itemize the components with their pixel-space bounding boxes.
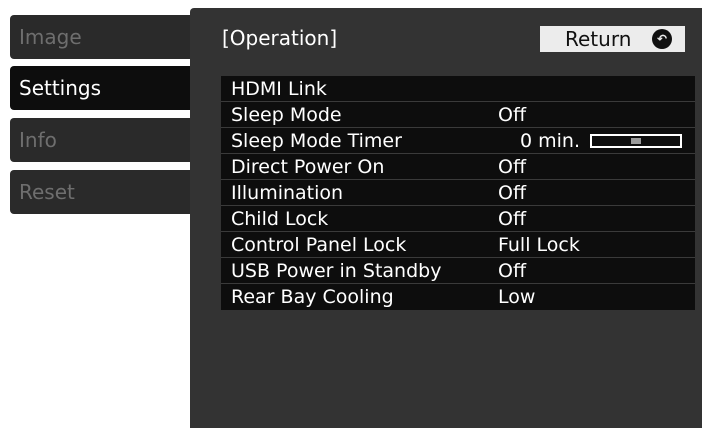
tab-image-label: Image xyxy=(19,25,82,49)
row-usb-power-in-standby[interactable]: USB Power in Standby Off xyxy=(221,258,695,284)
projector-menu-screen: Image Settings Info Reset [Operation] Re… xyxy=(0,0,702,428)
panel-title: [Operation] xyxy=(222,26,338,50)
tab-settings[interactable]: Settings xyxy=(10,66,204,110)
row-sleep-mode-timer[interactable]: Sleep Mode Timer 0 min. xyxy=(221,128,695,154)
return-arrow-icon: ↶ xyxy=(652,29,672,49)
row-rear-bay-cooling[interactable]: Rear Bay Cooling Low xyxy=(221,284,695,310)
row-hdmi-link[interactable]: HDMI Link xyxy=(221,76,695,102)
row-label: Sleep Mode Timer xyxy=(231,130,402,152)
row-value: Off xyxy=(498,260,527,282)
settings-panel: [Operation] Return ↶ HDMI Link Sleep Mod… xyxy=(190,8,702,428)
row-value: Off xyxy=(498,156,527,178)
row-illumination[interactable]: Illumination Off xyxy=(221,180,695,206)
tab-reset[interactable]: Reset xyxy=(10,170,190,214)
tab-info-label: Info xyxy=(19,128,57,152)
row-direct-power-on[interactable]: Direct Power On Off xyxy=(221,154,695,180)
row-label: Child Lock xyxy=(231,208,329,230)
row-value: Off xyxy=(498,182,527,204)
row-value: Low xyxy=(498,286,536,308)
row-label: Direct Power On xyxy=(231,156,385,178)
row-label: HDMI Link xyxy=(231,78,327,100)
slider-knob[interactable] xyxy=(631,138,641,144)
tab-settings-label: Settings xyxy=(19,76,102,100)
return-button-label: Return xyxy=(565,27,632,51)
row-value: Off xyxy=(498,104,527,126)
row-label: Control Panel Lock xyxy=(231,234,407,256)
row-value: 0 min. xyxy=(520,130,580,152)
row-value: Off xyxy=(498,208,527,230)
row-label: Sleep Mode xyxy=(231,104,342,126)
row-label: Rear Bay Cooling xyxy=(231,286,394,308)
row-value: Full Lock xyxy=(498,234,580,256)
operation-settings-list: HDMI Link Sleep Mode Off Sleep Mode Time… xyxy=(221,76,695,310)
row-sleep-mode[interactable]: Sleep Mode Off xyxy=(221,102,695,128)
return-button[interactable]: Return ↶ xyxy=(540,26,685,52)
row-label: USB Power in Standby xyxy=(231,260,442,282)
row-child-lock[interactable]: Child Lock Off xyxy=(221,206,695,232)
sleep-timer-slider[interactable] xyxy=(590,134,682,148)
row-label: Illumination xyxy=(231,182,344,204)
row-control-panel-lock[interactable]: Control Panel Lock Full Lock xyxy=(221,232,695,258)
tab-image[interactable]: Image xyxy=(10,15,190,59)
tab-reset-label: Reset xyxy=(19,180,75,204)
tab-info[interactable]: Info xyxy=(10,118,190,162)
